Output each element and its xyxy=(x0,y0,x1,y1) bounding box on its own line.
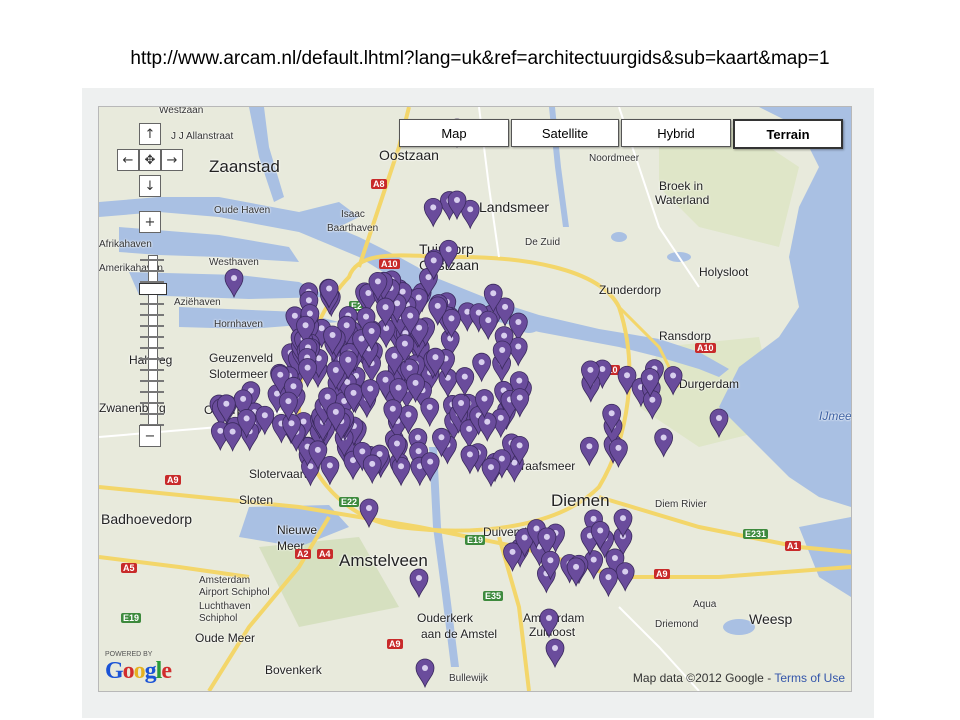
building-marker[interactable] xyxy=(508,337,528,367)
building-marker[interactable] xyxy=(320,456,340,486)
building-marker[interactable] xyxy=(642,390,662,420)
building-marker[interactable] xyxy=(579,436,599,467)
building-marker[interactable] xyxy=(460,445,480,475)
zoom-tick xyxy=(140,413,164,415)
building-marker[interactable] xyxy=(420,397,440,428)
pan-center-icon[interactable]: ✥ xyxy=(139,149,161,171)
zoom-out-button[interactable]: − xyxy=(139,425,161,447)
building-marker[interactable] xyxy=(391,456,411,487)
building-marker[interactable] xyxy=(709,408,729,439)
zoom-tick xyxy=(140,358,164,360)
zoom-tick xyxy=(140,303,164,305)
building-marker[interactable] xyxy=(609,438,628,469)
pan-right-icon[interactable]: → xyxy=(161,149,183,171)
building-marker[interactable] xyxy=(663,366,683,396)
building-marker[interactable] xyxy=(224,268,244,299)
map-type-satellite-button[interactable]: Satellite xyxy=(511,119,619,147)
pan-up-icon[interactable]: ↑ xyxy=(139,123,161,145)
building-marker[interactable] xyxy=(409,568,429,599)
building-marker[interactable] xyxy=(539,608,559,639)
pan-zoom-control: ↑ ← ✥ → ↓ + − xyxy=(117,123,183,463)
building-marker[interactable] xyxy=(423,197,443,228)
map-type-map-button[interactable]: Map xyxy=(399,119,509,147)
map-copyright: Map data ©2012 Google - Terms of Use xyxy=(633,671,845,685)
terms-of-use-link[interactable]: Terms of Use xyxy=(774,671,845,685)
url-caption: http://www.arcam.nl/default.lhtml?lang=u… xyxy=(130,48,830,69)
zoom-tick xyxy=(140,325,164,327)
powered-by-google-logo: POWERED BY Google xyxy=(105,651,172,685)
powered-by-label: POWERED BY xyxy=(105,651,153,658)
zoom-tick xyxy=(140,380,164,382)
building-marker[interactable] xyxy=(223,422,243,452)
zoom-tick xyxy=(140,402,164,404)
zoom-tick xyxy=(140,259,164,261)
zoom-tick xyxy=(140,347,164,349)
copyright-text: Map data ©2012 Google - xyxy=(632,671,775,685)
map-type-terrain-button[interactable]: Terrain xyxy=(733,119,843,149)
building-marker[interactable] xyxy=(654,428,674,458)
building-marker[interactable] xyxy=(599,567,618,598)
map-type-hybrid-button[interactable]: Hybrid xyxy=(621,119,731,147)
zoom-tick xyxy=(140,391,164,393)
map-view[interactable]: Westzaan J J Allanstraat Oostzaan Zaanst… xyxy=(98,106,852,692)
building-marker[interactable] xyxy=(362,454,382,485)
building-marker[interactable] xyxy=(455,367,475,397)
zoom-slider-thumb[interactable] xyxy=(139,283,167,295)
building-marker[interactable] xyxy=(545,638,565,669)
zoom-tick xyxy=(140,336,164,338)
building-marker[interactable] xyxy=(359,498,379,529)
building-marker[interactable] xyxy=(477,412,497,442)
map-type-control: Map Satellite Hybrid Terrain xyxy=(399,119,843,149)
google-logo: Google xyxy=(105,658,172,684)
building-marker[interactable] xyxy=(481,457,501,488)
pan-left-icon[interactable]: ← xyxy=(117,149,139,171)
building-marker[interactable] xyxy=(472,352,492,383)
building-marker[interactable] xyxy=(415,658,435,689)
pan-down-icon[interactable]: ↓ xyxy=(139,175,161,197)
zoom-tick xyxy=(140,314,164,316)
zoom-tick xyxy=(140,369,164,371)
zoom-in-button[interactable]: + xyxy=(139,211,161,233)
building-marker[interactable] xyxy=(615,562,635,592)
building-marker[interactable] xyxy=(478,310,498,341)
marker-layer[interactable] xyxy=(99,107,851,691)
zoom-tick xyxy=(140,270,164,272)
